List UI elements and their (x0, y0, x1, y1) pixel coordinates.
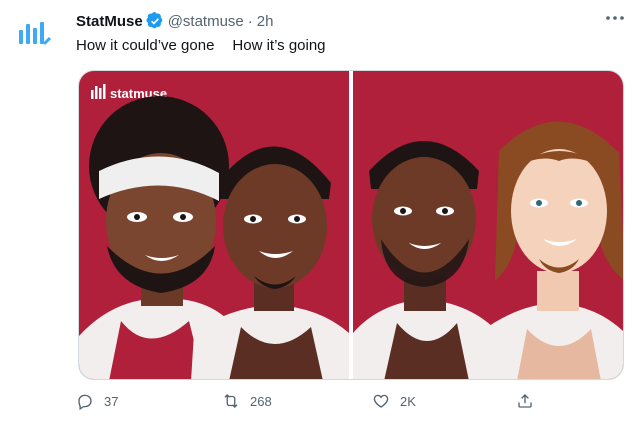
statmuse-logo-icon (19, 22, 51, 46)
author-handle[interactable]: @statmuse (168, 13, 244, 30)
reply-count: 37 (104, 393, 119, 409)
tweet-media[interactable]: statmuse (78, 70, 624, 380)
reply-button[interactable]: 37 (76, 392, 118, 410)
retweet-icon (224, 394, 238, 408)
share-button[interactable] (516, 392, 544, 410)
verified-badge-icon (146, 12, 162, 29)
tweet-text-part-1: How it could’ve gone (76, 37, 215, 54)
timestamp[interactable]: 2h (257, 13, 274, 30)
avatar[interactable] (14, 14, 54, 54)
tweet-text: How it could’ve gone How it’s going (76, 37, 326, 54)
tweet-text-part-2: How it’s going (232, 37, 326, 54)
media-image: statmuse (79, 71, 623, 379)
more-icon[interactable] (603, 8, 627, 28)
retweet-count: 268 (250, 393, 272, 409)
like-count: 2K (400, 393, 416, 409)
retweet-button[interactable]: 268 (222, 392, 272, 410)
share-icon (518, 394, 532, 408)
like-button[interactable]: 2K (372, 392, 416, 410)
separator-dot: · (247, 12, 253, 30)
author-name[interactable]: StatMuse (76, 13, 143, 30)
reply-icon (78, 394, 92, 410)
tweet-actions: 37 268 2K (76, 392, 556, 414)
like-icon (373, 394, 389, 408)
tweet-header: StatMuse @statmuse · 2h (76, 10, 621, 32)
